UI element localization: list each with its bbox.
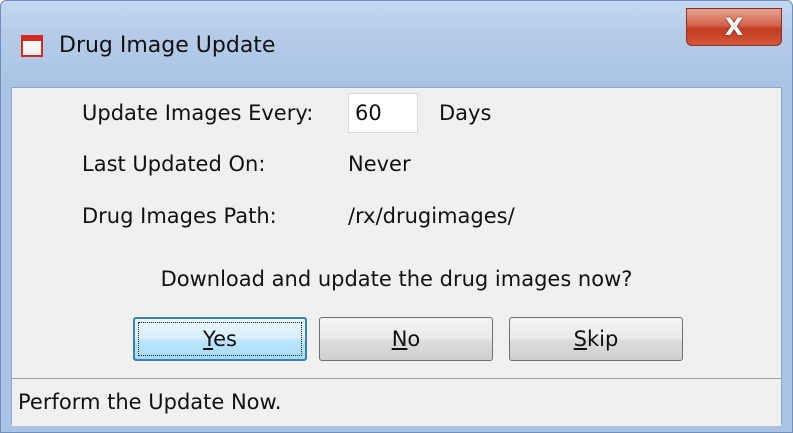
no-label-rest: o [407,327,421,351]
skip-label-rest: kip [587,327,619,351]
no-button[interactable]: No [319,317,493,361]
status-text: Perform the Update Now. [18,390,282,414]
no-mnemonic: N [391,327,408,351]
dialog-content: Update Images Every: Days Last Updated O… [11,87,782,426]
app-window-icon [21,35,43,57]
update-days-input[interactable] [348,93,418,133]
update-days-unit: Days [439,101,492,125]
images-path-label: Drug Images Path: [82,204,277,228]
dialog-window: Drug Image Update X Update Images Every:… [0,0,793,433]
skip-button[interactable]: Skip [509,317,683,361]
last-updated-label: Last Updated On: [82,152,266,176]
status-bar: Perform the Update Now. [12,378,781,426]
yes-label-rest: es [213,327,237,351]
images-path-value: /rx/drugimages/ [348,204,515,228]
title-bar[interactable]: Drug Image Update X [1,1,792,83]
close-button[interactable]: X [686,8,782,46]
yes-mnemonic: Y [203,327,214,351]
last-updated-value: Never [348,152,411,176]
update-every-label: Update Images Every: [82,101,314,125]
update-question: Download and update the drug images now? [160,267,633,291]
yes-button[interactable]: Yes [133,317,307,361]
skip-mnemonic: S [573,327,587,351]
window-title: Drug Image Update [59,33,276,58]
